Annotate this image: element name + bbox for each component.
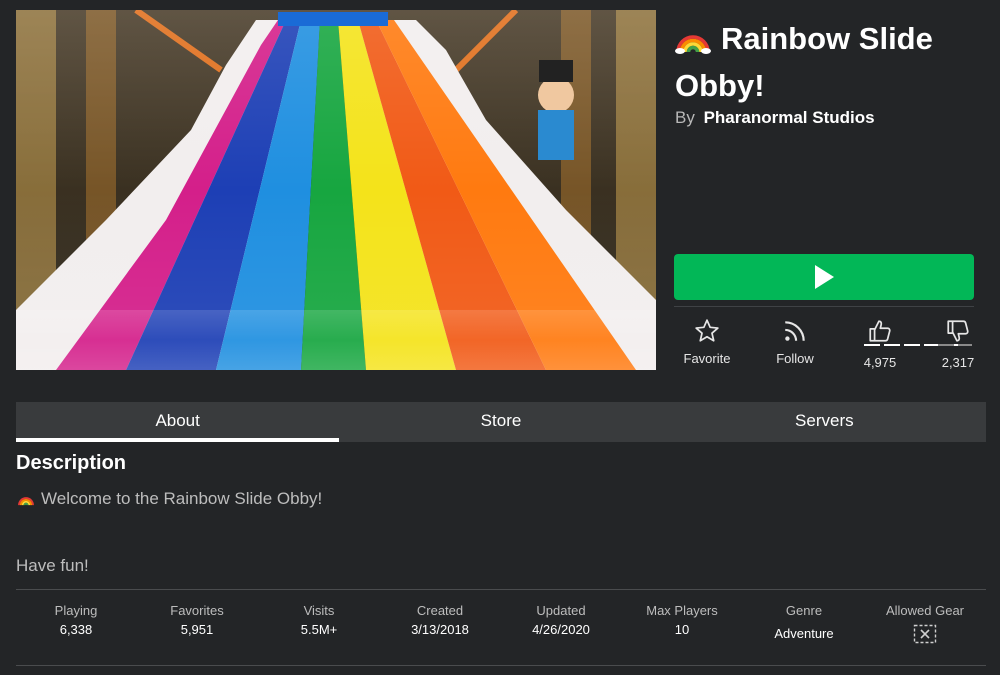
stat-genre: Genre Adventure [744,603,864,641]
stat-label: Playing [54,603,98,618]
game-title: Rainbow Slide Obby! [675,18,985,107]
divider [674,306,974,307]
rainbow-icon [675,23,711,65]
tab-about[interactable]: About [16,402,340,442]
stat-label: Updated [536,603,586,618]
downvote-count: 2,317 [941,355,975,370]
thumbs-up-icon [869,320,891,342]
rss-icon [785,321,805,341]
stat-max-players: Max Players 10 [622,603,742,637]
stat-label: Genre [785,603,823,618]
vote-ratio-bar [864,344,972,346]
no-gear-icon [913,624,937,644]
follow-button[interactable]: Follow [765,318,825,366]
rainbow-icon [17,491,35,511]
stat-label: Allowed Gear [885,603,965,618]
stat-value: 5,951 [180,622,214,637]
creator-link[interactable]: Pharanormal Studios [704,108,875,127]
divider [16,665,986,666]
stat-label: Created [416,603,464,618]
divider [16,589,986,590]
follow-label: Follow [776,351,814,366]
stat-value: 3/13/2018 [411,622,469,637]
rainbow-slide-image [16,10,656,370]
stat-value: 6,338 [59,622,93,637]
description-line-1: Welcome to the Rainbow Slide Obby! [41,489,323,508]
star-icon [695,319,719,342]
stat-label: Favorites [170,603,224,618]
creator-line: By Pharanormal Studios [675,108,875,128]
stat-value: 5.5M+ [300,622,338,637]
stat-value: 10 [674,622,690,637]
tab-store[interactable]: Store [339,402,662,442]
description-heading: Description [16,452,127,474]
stat-created: Created 3/13/2018 [380,603,500,637]
stat-updated: Updated 4/26/2020 [501,603,621,637]
stat-playing: Playing 6,338 [16,603,136,637]
stat-value: 4/26/2020 [532,622,590,637]
stat-label: Visits [303,603,335,618]
favorite-label: Favorite [683,351,731,366]
description-text: Welcome to the Rainbow Slide Obby! [17,489,322,511]
favorite-button[interactable]: Favorite [677,318,737,366]
stat-visits: Visits 5.5M+ [259,603,379,637]
vote-ratio-down-segment [937,344,972,346]
tab-bar: About Store Servers [16,402,986,442]
genre-link[interactable]: Adventure [744,626,864,641]
game-thumbnail [16,10,656,370]
tab-servers[interactable]: Servers [663,402,986,442]
by-label: By [675,108,695,127]
thumbs-down-icon [947,320,969,342]
play-icon [815,265,834,289]
stat-label: Max Players [646,603,718,618]
stat-favorites: Favorites 5,951 [137,603,257,637]
upvote-count: 4,975 [863,355,897,370]
description-line-2: Have fun! [16,556,89,575]
stat-allowed-gear: Allowed Gear [865,603,985,644]
play-button[interactable] [674,254,974,300]
game-title-text: Rainbow Slide Obby! [675,21,933,103]
